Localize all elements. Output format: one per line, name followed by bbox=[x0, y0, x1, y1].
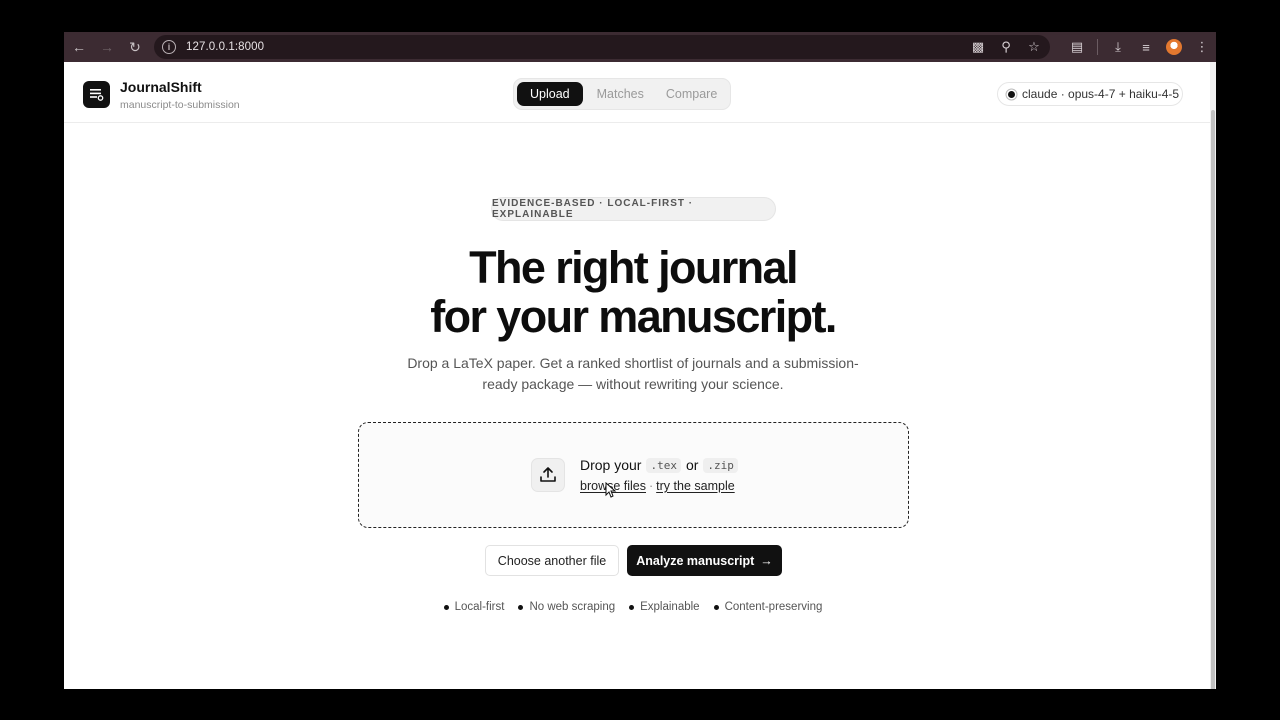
tab-matches[interactable]: Matches bbox=[597, 82, 644, 106]
feature-label: Local-first bbox=[454, 601, 505, 613]
tab-upload[interactable]: Upload bbox=[517, 82, 583, 106]
feature-label: Explainable bbox=[640, 601, 700, 613]
analyze-label: Analyze manuscript bbox=[636, 553, 755, 568]
bullet-icon bbox=[443, 604, 449, 610]
arrow-right-icon: → bbox=[760, 553, 773, 568]
back-icon[interactable]: ← bbox=[66, 34, 92, 60]
status-dot-icon bbox=[1008, 90, 1015, 98]
try-sample-link[interactable]: try the sample bbox=[656, 479, 735, 493]
browser-window: ← → ↻ i 127.0.0.1:8000 ▩ ⚲ ☆ ▤ ⤓ ≡ ⋮ Jou… bbox=[64, 32, 1216, 689]
feature-label: Content-preserving bbox=[724, 601, 823, 613]
page-content: JournalShift manuscript-to-submission Up… bbox=[64, 66, 1210, 689]
forward-icon[interactable]: → bbox=[94, 34, 120, 60]
profile-avatar[interactable] bbox=[1166, 39, 1182, 55]
model-label: claude · opus-4-7 + haiku-4-5 bbox=[1022, 87, 1180, 101]
app-logo-icon[interactable] bbox=[83, 81, 110, 108]
bullet-icon bbox=[713, 604, 719, 610]
scrollbar-thumb[interactable] bbox=[1211, 110, 1215, 689]
hero-description: Drop a LaTeX paper. Get a ranked shortli… bbox=[394, 353, 872, 395]
translate-icon[interactable]: ▩ bbox=[970, 39, 986, 55]
mouse-pointer-icon bbox=[605, 481, 617, 503]
feature-item: Content-preserving bbox=[713, 601, 823, 613]
bullet-icon bbox=[518, 604, 524, 610]
view-tabs: Upload Matches Compare bbox=[513, 78, 731, 110]
upload-icon bbox=[531, 458, 565, 492]
toolbar-divider bbox=[1097, 39, 1098, 55]
hero-heading: The right journal for your manuscript. bbox=[64, 243, 1202, 341]
page-scrollbar[interactable] bbox=[1210, 62, 1216, 689]
feature-item: Local-first bbox=[443, 601, 505, 613]
brand-title[interactable]: JournalShift bbox=[120, 79, 202, 95]
tagline-badge: EVIDENCE-BASED · LOCAL-FIRST · EXPLAINAB… bbox=[491, 197, 776, 221]
analyze-manuscript-button[interactable]: Analyze manuscript → bbox=[627, 545, 782, 576]
choose-another-file-button[interactable]: Choose another file bbox=[485, 545, 619, 576]
dropzone-actions: browse files · try the sample bbox=[580, 479, 735, 493]
site-info-icon[interactable]: i bbox=[162, 40, 176, 54]
dropzone-joiner: or bbox=[685, 457, 699, 473]
file-dropzone[interactable]: Drop your .tex or .zip browse files · try … bbox=[358, 422, 909, 528]
zip-extension: .zip bbox=[703, 457, 738, 473]
bullet-icon bbox=[629, 604, 635, 610]
browser-toolbar: ← → ↻ i 127.0.0.1:8000 ▩ ⚲ ☆ ▤ ⤓ ≡ ⋮ bbox=[64, 32, 1216, 62]
download-icon[interactable]: ⤓ bbox=[1110, 39, 1126, 55]
media-controls-icon[interactable]: ≡ bbox=[1138, 40, 1154, 55]
lede-line-2: ready package — without rewriting your s… bbox=[482, 376, 784, 392]
feature-item: Explainable bbox=[629, 601, 700, 613]
app-header: JournalShift manuscript-to-submission Up… bbox=[64, 66, 1210, 123]
dropzone-title: Drop your .tex or .zip bbox=[580, 457, 738, 473]
hero-line-2: for your manuscript. bbox=[430, 291, 837, 342]
feature-label: No web scraping bbox=[529, 601, 616, 613]
model-indicator[interactable]: claude · opus-4-7 + haiku-4-5 bbox=[997, 82, 1183, 106]
bookmark-star-icon[interactable]: ☆ bbox=[1026, 39, 1042, 55]
lede-line-1: Drop a LaTeX paper. Get a ranked shortli… bbox=[407, 355, 859, 371]
url-text[interactable]: 127.0.0.1:8000 bbox=[186, 41, 264, 53]
dropzone-prefix: Drop your bbox=[580, 457, 642, 473]
menu-kebab-icon[interactable]: ⋮ bbox=[1194, 39, 1210, 55]
zoom-icon[interactable]: ⚲ bbox=[998, 39, 1014, 55]
reload-icon[interactable]: ↻ bbox=[122, 34, 148, 60]
tab-compare[interactable]: Compare bbox=[666, 82, 717, 106]
tex-extension: .tex bbox=[646, 457, 681, 473]
extensions-icon[interactable]: ▤ bbox=[1069, 39, 1085, 55]
hero-line-1: The right journal bbox=[469, 242, 798, 293]
link-separator: · bbox=[649, 479, 654, 493]
brand-subtitle: manuscript-to-submission bbox=[120, 99, 240, 111]
feature-item: No web scraping bbox=[518, 601, 615, 613]
feature-list: Local-first No web scraping Explainable … bbox=[64, 601, 1202, 613]
address-bar[interactable]: i 127.0.0.1:8000 ▩ ⚲ ☆ bbox=[154, 35, 1050, 59]
